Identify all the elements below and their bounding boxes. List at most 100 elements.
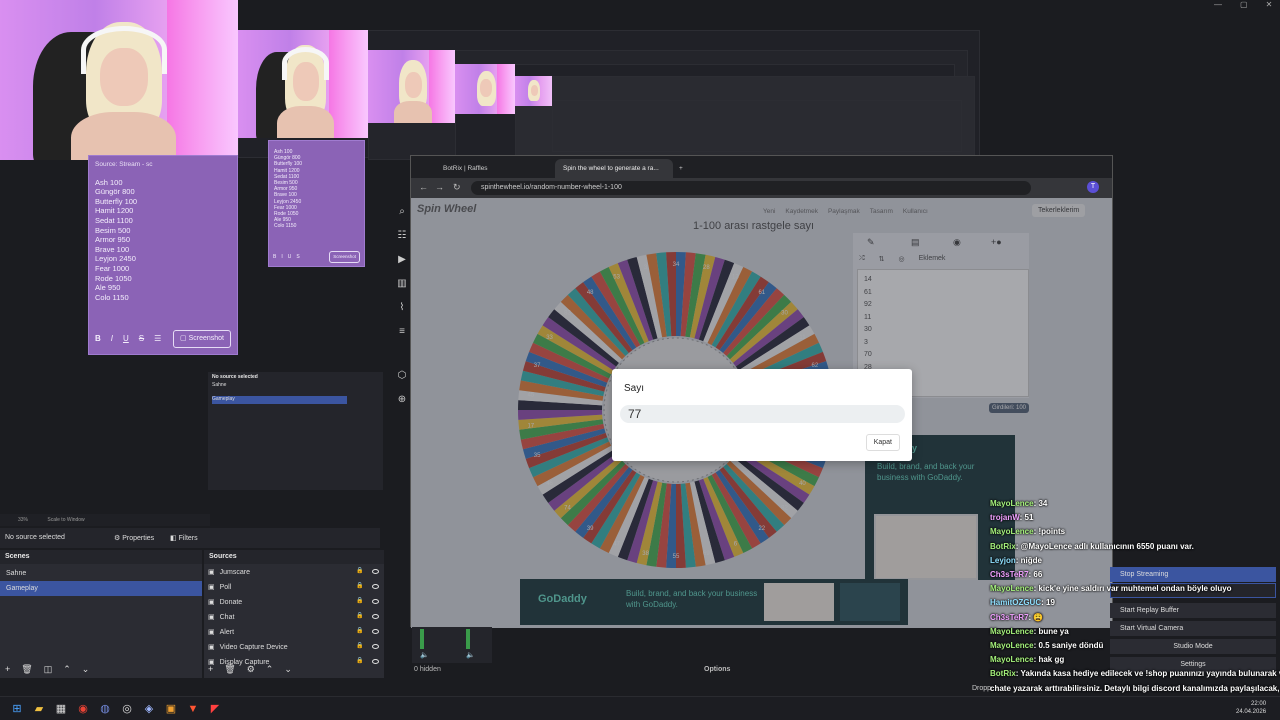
maximize-icon[interactable]: ▢	[1240, 0, 1248, 9]
screenshot-button[interactable]: ▢ Screenshot	[173, 330, 231, 348]
minimize-icon[interactable]: —	[1214, 0, 1222, 9]
options-button[interactable]: Options	[704, 666, 730, 673]
visibility-icon[interactable]	[372, 584, 379, 589]
chat-username[interactable]: MayoLence	[990, 655, 1034, 664]
brave-icon[interactable]: ▼	[186, 702, 200, 716]
zoom-level[interactable]: 33%	[18, 517, 28, 523]
address-field[interactable]: spinthewheel.io/random-number-wheel-1-10…	[471, 181, 1031, 195]
app-icon[interactable]: ▣	[164, 702, 178, 716]
source-item[interactable]: ▣ Donate 🔒	[204, 594, 384, 609]
sources-toolbar: + 🗑 ⚙ ⌃ ⌄	[208, 664, 292, 675]
source-type-icon: ▣	[208, 614, 215, 621]
windows-start-icon[interactable]: ⊞	[10, 702, 24, 716]
chat-username[interactable]: trojanW	[990, 513, 1020, 522]
menu-icon[interactable]: ≡	[392, 320, 412, 344]
lock-icon[interactable]: 🔒	[356, 627, 363, 634]
steam-icon[interactable]: ◈	[142, 702, 156, 716]
italic-button[interactable]: I	[111, 334, 113, 344]
chat-username[interactable]: MayoLence	[990, 584, 1034, 593]
tab-spinwheel[interactable]: Spin the wheel to generate a ra...	[555, 159, 673, 178]
clock[interactable]: 22:00 24.04.2026	[1236, 700, 1266, 716]
profile-avatar[interactable]: T	[1087, 181, 1099, 193]
source-item[interactable]: ▣ Alert 🔒	[204, 624, 384, 639]
chat-username[interactable]: HamitOZGUC	[990, 598, 1041, 607]
volume-icon-2[interactable]: 🔈	[466, 651, 475, 659]
no-source-label: No source selected	[5, 534, 65, 541]
visibility-icon[interactable]	[372, 659, 379, 664]
chat-message: HamitOZGUC: 19	[986, 596, 1280, 610]
filters-button[interactable]: ◧ Filters	[170, 534, 198, 542]
lock-icon[interactable]: 🔒	[356, 612, 363, 619]
chat-username[interactable]: MayoLence	[990, 627, 1034, 636]
source-down-icon[interactable]: ⌄	[284, 664, 292, 675]
add-scene-icon[interactable]: +	[5, 664, 10, 675]
tab-botrix[interactable]: BotRix | Raffles	[435, 159, 547, 178]
note-line: Ash 100	[95, 177, 123, 187]
chat-username[interactable]: BotRix	[990, 542, 1016, 551]
lock-icon[interactable]: 🔒	[356, 642, 363, 649]
users-icon[interactable]: ☷	[392, 224, 412, 248]
underline-button[interactable]: U	[123, 334, 129, 344]
source-settings-icon[interactable]: ⚙	[247, 664, 255, 675]
volume-icon[interactable]: 🔈	[420, 651, 429, 659]
line-chart-icon[interactable]: ⌇	[392, 296, 412, 320]
properties-button[interactable]: ⚙ Properties	[114, 534, 154, 542]
chat-overlay: MayoLence: 34 trojanW: 51 MayoLence: !poin…	[986, 497, 1280, 720]
forward-icon[interactable]: →	[435, 182, 444, 192]
scale-label[interactable]: Scale to Window	[47, 517, 84, 523]
reload-icon[interactable]: ↻	[453, 182, 461, 193]
screenshot-small-button[interactable]: Screenshot	[329, 250, 360, 263]
add-source-icon[interactable]: +	[208, 664, 213, 675]
lock-icon[interactable]: 🔒	[356, 567, 363, 574]
source-item[interactable]: ▣ Jumscare 🔒	[204, 564, 384, 579]
chat-username[interactable]: Ch3sTeR7	[990, 613, 1029, 622]
scene-item-sahne[interactable]: Sahne	[0, 566, 202, 581]
move-up-icon[interactable]: ⌃	[63, 664, 71, 675]
close-icon[interactable]: ✕	[1266, 0, 1273, 9]
scene-filter-icon[interactable]: ◫	[44, 664, 53, 675]
lock-icon[interactable]: 🔒	[356, 582, 363, 589]
plus-circle-icon[interactable]: ⊕	[392, 388, 412, 412]
visibility-icon[interactable]	[372, 644, 379, 649]
play-icon[interactable]: ▶	[392, 248, 412, 272]
chat-username[interactable]: MayoLence	[990, 499, 1034, 508]
remove-scene-icon[interactable]: 🗑	[21, 664, 32, 675]
source-item[interactable]: ▣ Poll 🔒	[204, 579, 384, 594]
chat-username[interactable]: MayoLence	[990, 527, 1034, 536]
discord-icon[interactable]: ◍	[98, 702, 112, 716]
chat-username[interactable]: Ch3sTeR7	[990, 570, 1029, 579]
calendar-icon[interactable]: ▦	[54, 702, 68, 716]
visibility-icon[interactable]	[372, 629, 379, 634]
pinned-app-icon[interactable]: ◤	[208, 702, 222, 716]
lock-icon[interactable]: 🔒	[356, 657, 363, 664]
source-item[interactable]: ▣ Chat 🔒	[204, 609, 384, 624]
visibility-icon[interactable]	[372, 569, 379, 574]
result-dialog: Sayı 77 Kapat	[612, 369, 912, 461]
list-icon[interactable]: ☰	[154, 334, 161, 344]
visibility-icon[interactable]	[372, 614, 379, 619]
mixer-footer: 0 hidden Options	[410, 664, 745, 678]
chat-username[interactable]: Leyjon	[990, 556, 1016, 565]
bar-chart-icon[interactable]: ▥	[392, 272, 412, 296]
remove-source-icon[interactable]: 🗑	[224, 664, 235, 675]
scene-item-gameplay[interactable]: Gameplay	[0, 581, 202, 596]
search-icon[interactable]: ⌕	[392, 200, 412, 224]
chat-username[interactable]: MayoLence	[990, 641, 1034, 650]
close-dialog-button[interactable]: Kapat	[865, 434, 900, 451]
webcam-xtiny	[515, 76, 552, 106]
obs-icon[interactable]: ◎	[120, 702, 134, 716]
bold-button[interactable]: B	[95, 334, 101, 344]
back-icon[interactable]: ←	[419, 182, 428, 192]
move-down-icon[interactable]: ⌄	[82, 664, 90, 675]
chrome-icon[interactable]: ◉	[76, 702, 90, 716]
chat-message: MayoLence: 34	[986, 497, 1280, 511]
source-up-icon[interactable]: ⌃	[266, 664, 274, 675]
chat-username[interactable]: BotRix	[990, 669, 1016, 678]
strike-button[interactable]: S	[139, 334, 144, 344]
file-explorer-icon[interactable]: ▰	[32, 702, 46, 716]
new-tab-icon[interactable]: +	[671, 159, 691, 178]
lock-icon[interactable]: 🔒	[356, 597, 363, 604]
source-item[interactable]: ▣ Video Capture Device 🔒	[204, 639, 384, 654]
visibility-icon[interactable]	[372, 599, 379, 604]
shield-icon[interactable]: ⬡	[392, 364, 412, 388]
